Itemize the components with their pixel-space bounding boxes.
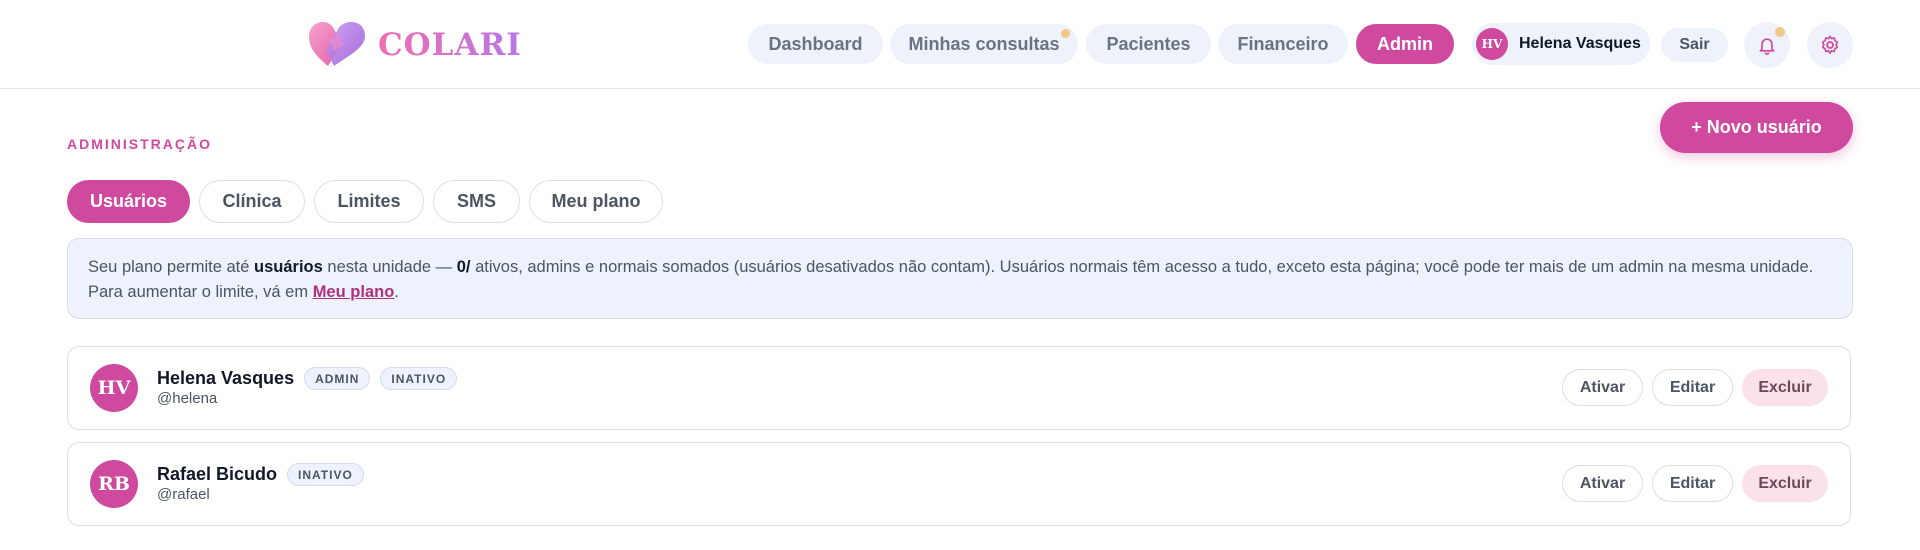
user-name: Helena Vasques [1519, 35, 1641, 52]
avatar: HV [90, 364, 138, 412]
tab-usuarios[interactable]: Usuários [67, 180, 190, 223]
brand-logo[interactable]: COLARI [308, 20, 522, 70]
nav-minhas-consultas-label: Minhas consultas [908, 33, 1060, 54]
settings-button[interactable] [1807, 22, 1853, 68]
user-chip[interactable]: HV Helena Vasques [1472, 23, 1650, 65]
user-name: Helena Vasques [157, 368, 295, 388]
nav-dashboard[interactable]: Dashboard [748, 24, 883, 64]
nav-minhas-consultas[interactable]: Minhas consultas [890, 24, 1078, 64]
list-item: HV Helena Vasques ADMIN INATIVO @helena … [67, 346, 1851, 430]
user-name: Rafael Bicudo [157, 464, 278, 484]
activate-button[interactable]: Ativar [1562, 465, 1643, 502]
avatar: RB [90, 460, 138, 508]
status-badge: INATIVO [380, 367, 458, 390]
info-bold: usuários [254, 258, 323, 276]
nav-admin[interactable]: Admin [1356, 24, 1454, 64]
user-handle: @rafael [157, 486, 210, 503]
status-badge: ADMIN [304, 367, 371, 390]
info-text: nesta unidade — [322, 258, 457, 276]
meu-plano-link[interactable]: Meu plano [313, 283, 395, 301]
brand-name: COLARI [378, 27, 522, 63]
notification-dot [1775, 27, 1785, 37]
top-header: COLARI Dashboard Minhas consultas Pacien… [0, 0, 1920, 89]
avatar: HV [1476, 28, 1508, 60]
user-name-row: Helena Vasques ADMIN INATIVO [157, 367, 467, 390]
user-handle: @helena [157, 390, 218, 407]
list-item: RB Rafael Bicudo INATIVO @rafael Ativar … [67, 442, 1851, 526]
info-text: . [394, 283, 399, 301]
plan-info-box: Seu plano permite até usuários nesta uni… [67, 238, 1853, 319]
notification-dot [1061, 29, 1070, 38]
activate-button[interactable]: Ativar [1562, 369, 1643, 406]
notifications-button[interactable] [1744, 22, 1790, 68]
section-label: ADMINISTRAÇÃO [67, 136, 212, 152]
edit-button[interactable]: Editar [1652, 465, 1733, 502]
tab-clinica[interactable]: Clínica [199, 180, 305, 223]
new-user-button[interactable]: + Novo usuário [1660, 102, 1853, 153]
delete-button[interactable]: Excluir [1742, 465, 1828, 502]
tab-meu-plano[interactable]: Meu plano [529, 180, 663, 223]
info-count: 0/ [456, 258, 471, 276]
bell-icon [1759, 38, 1775, 55]
status-badge: INATIVO [287, 463, 364, 486]
edit-button[interactable]: Editar [1652, 369, 1733, 406]
tab-limites[interactable]: Limites [314, 180, 424, 223]
user-name-row: Rafael Bicudo INATIVO [157, 463, 374, 486]
heart-logo-icon [309, 22, 365, 66]
nav-pacientes[interactable]: Pacientes [1086, 24, 1211, 64]
tab-sms[interactable]: SMS [433, 180, 520, 223]
delete-button[interactable]: Excluir [1742, 369, 1828, 406]
nav-financeiro[interactable]: Financeiro [1218, 24, 1348, 64]
logout-button[interactable]: Sair [1661, 28, 1728, 62]
gear-icon [1821, 35, 1839, 54]
info-text: Seu plano permite até [88, 258, 255, 276]
